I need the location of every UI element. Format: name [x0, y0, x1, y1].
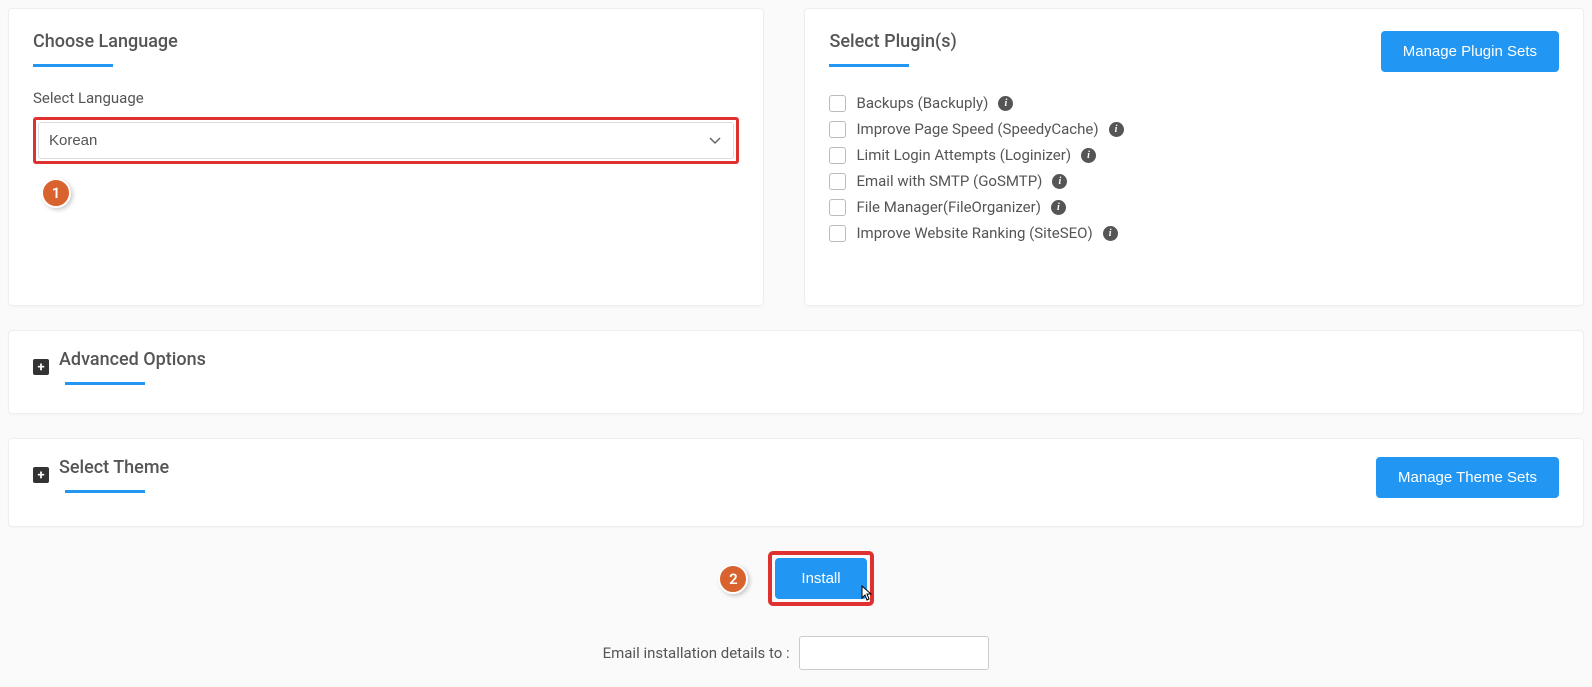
- choose-language-title: Choose Language: [33, 31, 178, 52]
- plugin-checkbox[interactable]: [829, 199, 846, 216]
- plugin-checkbox[interactable]: [829, 225, 846, 242]
- plus-icon[interactable]: +: [33, 467, 49, 483]
- plugin-checkbox[interactable]: [829, 147, 846, 164]
- plugin-item: File Manager(FileOrganizer) i: [829, 194, 1559, 220]
- title-underline: [33, 64, 113, 67]
- language-select[interactable]: Korean: [38, 122, 734, 159]
- info-icon[interactable]: i: [1052, 174, 1067, 189]
- manage-theme-sets-button[interactable]: Manage Theme Sets: [1376, 457, 1559, 498]
- plugin-checkbox[interactable]: [829, 121, 846, 138]
- plugin-label: Limit Login Attempts (Loginizer): [856, 146, 1071, 164]
- plugin-item: Improve Page Speed (SpeedyCache) i: [829, 116, 1559, 142]
- email-row: Email installation details to :: [8, 636, 1584, 670]
- plugin-label: Email with SMTP (GoSMTP): [856, 172, 1042, 190]
- plugin-checkbox[interactable]: [829, 95, 846, 112]
- choose-language-card: Choose Language Select Language Korean 1: [8, 8, 764, 306]
- install-button-highlight: Install: [768, 551, 873, 606]
- language-select-highlight: Korean: [33, 117, 739, 164]
- plugin-label: Backups (Backuply): [856, 94, 988, 112]
- select-language-label: Select Language: [33, 89, 739, 107]
- title-underline: [65, 382, 145, 385]
- advanced-options-title: Advanced Options: [59, 349, 206, 370]
- plugin-label: Improve Page Speed (SpeedyCache): [856, 120, 1098, 138]
- advanced-options-card: + Advanced Options: [8, 330, 1584, 414]
- info-icon[interactable]: i: [1109, 122, 1124, 137]
- plugin-checkbox[interactable]: [829, 173, 846, 190]
- select-theme-card: + Select Theme Manage Theme Sets: [8, 438, 1584, 527]
- plugin-list: Backups (Backuply) i Improve Page Speed …: [829, 90, 1559, 246]
- install-row: 2 Install: [8, 551, 1584, 606]
- title-underline: [65, 490, 145, 493]
- info-icon[interactable]: i: [998, 96, 1013, 111]
- plugin-item: Improve Website Ranking (SiteSEO) i: [829, 220, 1559, 246]
- plugin-item: Email with SMTP (GoSMTP) i: [829, 168, 1559, 194]
- step-badge-1: 1: [41, 178, 71, 208]
- info-icon[interactable]: i: [1103, 226, 1118, 241]
- select-plugins-card: Select Plugin(s) Manage Plugin Sets Back…: [804, 8, 1584, 306]
- plugin-label: File Manager(FileOrganizer): [856, 198, 1040, 216]
- email-input[interactable]: [799, 636, 989, 670]
- install-button[interactable]: Install: [775, 558, 866, 599]
- info-icon[interactable]: i: [1051, 200, 1066, 215]
- plugin-label: Improve Website Ranking (SiteSEO): [856, 224, 1092, 242]
- info-icon[interactable]: i: [1081, 148, 1096, 163]
- manage-plugin-sets-button[interactable]: Manage Plugin Sets: [1381, 31, 1559, 72]
- select-theme-title: Select Theme: [59, 457, 169, 478]
- step-badge-2: 2: [718, 564, 748, 594]
- select-plugins-title: Select Plugin(s): [829, 31, 956, 52]
- plus-icon[interactable]: +: [33, 359, 49, 375]
- title-underline: [829, 64, 909, 67]
- plugin-item: Backups (Backuply) i: [829, 90, 1559, 116]
- plugin-item: Limit Login Attempts (Loginizer) i: [829, 142, 1559, 168]
- email-label: Email installation details to :: [603, 644, 790, 662]
